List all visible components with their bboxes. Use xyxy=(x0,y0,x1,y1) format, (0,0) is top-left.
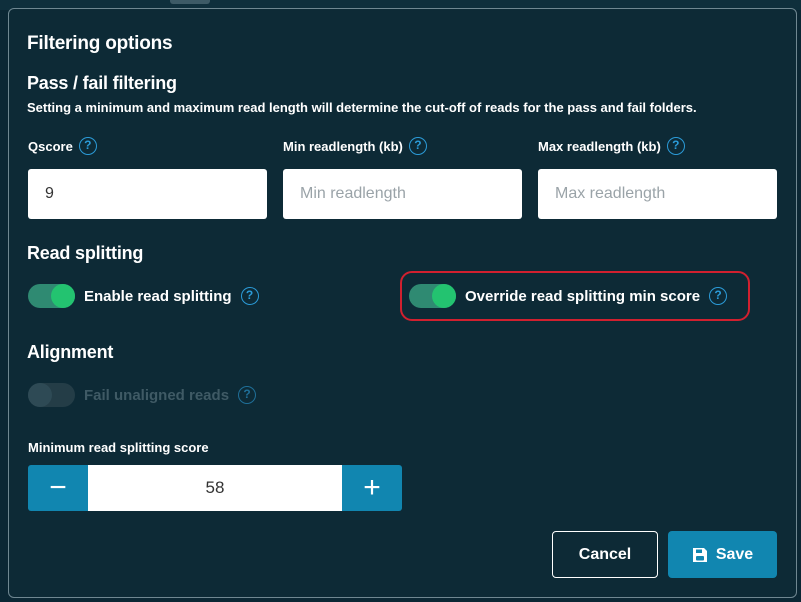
fail-unaligned-label: Fail unaligned reads xyxy=(84,386,230,404)
help-icon[interactable]: ? xyxy=(78,137,97,155)
cancel-button-label: Cancel xyxy=(578,545,632,563)
dialog-title: Filtering options xyxy=(27,33,173,54)
cancel-button[interactable]: Cancel xyxy=(552,531,658,578)
max-readlength-input[interactable] xyxy=(538,169,777,219)
read-splitting-heading: Read splitting xyxy=(27,243,144,263)
minus-icon[interactable]: − xyxy=(28,465,88,511)
min-score-value[interactable]: 58 xyxy=(88,465,342,511)
toggle-knob xyxy=(51,284,75,308)
background-app-mark xyxy=(170,0,210,4)
override-read-splitting-label: Override read splitting min score xyxy=(465,287,701,305)
fail-unaligned-toggle xyxy=(28,383,75,407)
toggle-knob xyxy=(28,383,52,407)
min-score-stepper: − 58 + xyxy=(28,465,402,511)
override-read-splitting-toggle[interactable] xyxy=(409,284,456,308)
help-icon[interactable]: ? xyxy=(408,137,427,155)
override-read-splitting-row: Override read splitting min score ? xyxy=(409,284,728,308)
plus-icon[interactable]: + xyxy=(342,465,402,511)
min-score-label: Minimum read splitting score xyxy=(28,440,209,455)
filtering-options-dialog: Filtering options Pass / fail filtering … xyxy=(8,8,797,598)
help-icon[interactable]: ? xyxy=(666,137,685,155)
save-disk-icon xyxy=(692,547,707,562)
qscore-label: Qscore xyxy=(28,138,73,154)
enable-read-splitting-label: Enable read splitting xyxy=(84,287,232,305)
enable-read-splitting-toggle[interactable] xyxy=(28,284,75,308)
pass-fail-description: Setting a minimum and maximum read lengt… xyxy=(27,100,697,115)
toggle-knob xyxy=(432,284,456,308)
help-icon[interactable]: ? xyxy=(240,287,259,305)
max-readlength-label-row: Max readlength (kb) ? xyxy=(538,137,685,155)
enable-read-splitting-row: Enable read splitting ? xyxy=(28,284,259,308)
min-readlength-label: Min readlength (kb) xyxy=(283,138,403,154)
fail-unaligned-row: Fail unaligned reads ? xyxy=(28,383,257,407)
qscore-label-row: Qscore ? xyxy=(28,137,97,155)
pass-fail-heading: Pass / fail filtering xyxy=(27,73,177,93)
help-icon[interactable]: ? xyxy=(709,287,728,305)
min-readlength-label-row: Min readlength (kb) ? xyxy=(283,137,427,155)
help-icon[interactable]: ? xyxy=(238,386,257,404)
save-button-label: Save xyxy=(715,545,754,563)
min-readlength-input[interactable] xyxy=(283,169,522,219)
max-readlength-label: Max readlength (kb) xyxy=(538,138,661,154)
alignment-heading: Alignment xyxy=(27,342,114,362)
save-button[interactable]: Save xyxy=(668,531,777,578)
qscore-input[interactable] xyxy=(28,169,267,219)
